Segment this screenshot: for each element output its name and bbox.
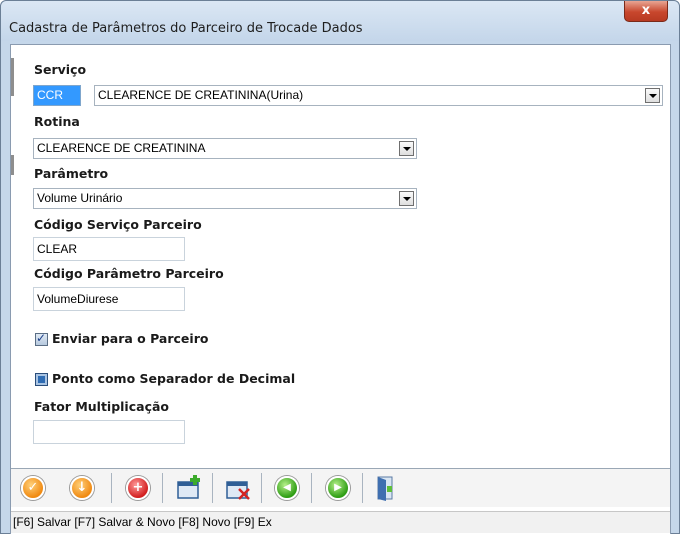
chevron-down-icon[interactable]: [645, 88, 660, 103]
codigo-servico-label: Código Serviço Parceiro: [34, 217, 202, 232]
toolbar-divider: [311, 473, 312, 503]
parametro-label: Parâmetro: [34, 166, 109, 181]
toolbar-divider: [212, 473, 213, 503]
save-icon: ✓: [21, 476, 45, 500]
toolbar: ✓ ↓ + ◀ ▶: [11, 469, 670, 507]
previous-icon: ◀: [275, 476, 299, 500]
next-button[interactable]: ▶: [324, 474, 352, 502]
toolbar-divider: [111, 473, 112, 503]
parametro-select[interactable]: Volume Urinário: [33, 188, 417, 209]
servico-select-value: CLEARENCE DE CREATININA(Urina): [98, 88, 304, 102]
servico-code-field[interactable]: CCR: [33, 85, 81, 106]
new-folder-icon: [177, 475, 200, 499]
toolbar-divider: [261, 473, 262, 503]
delete-folder-button[interactable]: [224, 474, 252, 502]
status-bar: [F6] Salvar [F7] Salvar & Novo [F8] Novo…: [11, 511, 670, 533]
fator-input[interactable]: [33, 420, 185, 444]
next-icon: ▶: [326, 476, 350, 500]
rotina-select-value: CLEARENCE DE CREATININA: [37, 141, 206, 155]
save-and-new-icon: ↓: [70, 476, 94, 500]
rotina-label: Rotina: [34, 114, 80, 129]
window-title: Cadastra de Parâmetros do Parceiro de Tr…: [9, 21, 363, 36]
toolbar-divider: [362, 473, 363, 503]
exit-door-icon: [377, 476, 393, 501]
servico-select[interactable]: CLEARENCE DE CREATININA(Urina): [94, 85, 663, 106]
new-icon: +: [126, 476, 150, 500]
form-area: Serviço CCR CLEARENCE DE CREATININA(Urin…: [10, 44, 671, 534]
rotina-select[interactable]: CLEARENCE DE CREATININA: [33, 138, 417, 159]
dialog-window: Cadastra de Parâmetros do Parceiro de Tr…: [0, 0, 680, 534]
codigo-parametro-label: Código Parâmetro Parceiro: [34, 266, 224, 281]
fator-label: Fator Multiplicação: [34, 399, 169, 414]
chevron-down-icon[interactable]: [399, 191, 414, 206]
chevron-down-icon[interactable]: [399, 141, 414, 156]
ponto-label[interactable]: Ponto como Separador de Decimal: [52, 371, 295, 386]
left-marker: [11, 58, 14, 96]
delete-folder-icon: [226, 481, 250, 500]
enviar-label[interactable]: Enviar para o Parceiro: [52, 331, 208, 346]
ponto-checkbox[interactable]: [35, 373, 48, 386]
codigo-parametro-input[interactable]: VolumeDiurese: [33, 287, 185, 311]
title-bar[interactable]: Cadastra de Parâmetros do Parceiro de Tr…: [1, 1, 679, 41]
save-button[interactable]: ✓: [19, 474, 47, 502]
parametro-select-value: Volume Urinário: [37, 191, 123, 205]
toolbar-divider: [162, 473, 163, 503]
enviar-checkbox[interactable]: [35, 331, 48, 346]
close-button[interactable]: x: [624, 1, 668, 22]
previous-button[interactable]: ◀: [273, 474, 301, 502]
new-button[interactable]: +: [124, 474, 152, 502]
add-folder-button[interactable]: [175, 474, 203, 502]
servico-label: Serviço: [34, 62, 87, 77]
left-marker: [11, 155, 14, 175]
exit-button[interactable]: [371, 474, 399, 502]
save-and-new-button[interactable]: ↓: [68, 474, 96, 502]
codigo-servico-input[interactable]: CLEAR: [33, 237, 185, 261]
